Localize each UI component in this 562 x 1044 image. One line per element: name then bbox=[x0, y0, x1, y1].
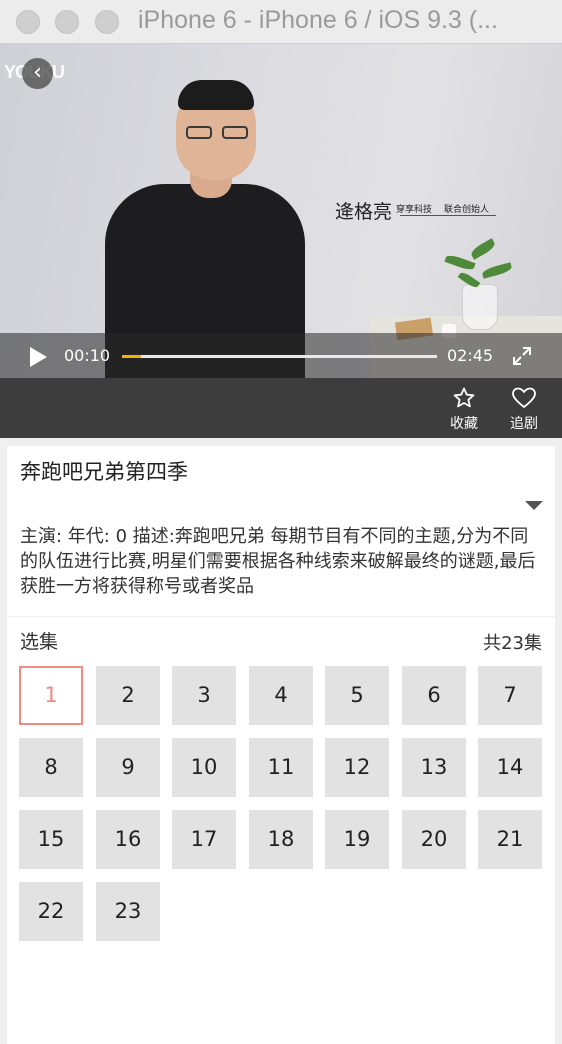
follow-series-button[interactable]: 追剧 bbox=[500, 386, 548, 433]
episodes-total: 共23集 bbox=[483, 633, 542, 654]
episode-13-button[interactable]: 13 bbox=[402, 738, 466, 797]
speaker-name: 逄格亮 bbox=[335, 201, 393, 223]
chevron-left-icon: ‹ bbox=[33, 60, 42, 85]
episode-22-button[interactable]: 22 bbox=[19, 882, 83, 941]
episode-9-button[interactable]: 9 bbox=[96, 738, 160, 797]
speaker-role: 联合创始人 bbox=[444, 205, 490, 215]
fullscreen-icon[interactable] bbox=[512, 346, 532, 366]
episode-8-button[interactable]: 8 bbox=[19, 738, 83, 797]
episode-19-button[interactable]: 19 bbox=[325, 810, 389, 869]
episode-14-button[interactable]: 14 bbox=[478, 738, 542, 797]
episode-4-button[interactable]: 4 bbox=[249, 666, 313, 725]
progress-bar[interactable] bbox=[122, 355, 437, 358]
total-time: 02:45 bbox=[447, 346, 494, 365]
episode-3-button[interactable]: 3 bbox=[172, 666, 236, 725]
episode-7-button[interactable]: 7 bbox=[478, 666, 542, 725]
play-icon[interactable] bbox=[30, 347, 47, 367]
episode-23-button[interactable]: 23 bbox=[96, 882, 160, 941]
heart-icon bbox=[512, 387, 536, 408]
episode-15-button[interactable]: 15 bbox=[19, 810, 83, 869]
window-titlebar: iPhone 6 - iPhone 6 / iOS 9.3 (... bbox=[0, 0, 562, 44]
window-close-button[interactable] bbox=[16, 10, 40, 34]
episode-6-button[interactable]: 6 bbox=[402, 666, 466, 725]
episode-18-button[interactable]: 18 bbox=[249, 810, 313, 869]
favorite-button[interactable]: 收藏 bbox=[440, 386, 488, 433]
episode-10-button[interactable]: 10 bbox=[172, 738, 236, 797]
episode-20-button[interactable]: 20 bbox=[402, 810, 466, 869]
episode-1-button[interactable]: 1 bbox=[19, 666, 83, 725]
progress-fill bbox=[122, 355, 141, 358]
current-time: 00:10 bbox=[64, 346, 111, 365]
follow-series-label: 追剧 bbox=[510, 416, 538, 432]
speaker-company: 穿享科技 bbox=[396, 205, 433, 215]
back-button[interactable]: ‹ bbox=[22, 58, 53, 89]
window-zoom-button[interactable] bbox=[95, 10, 119, 34]
show-description: 主演: 年代: 0 描述:奔跑吧兄弟 每期节目有不同的主题,分为不同的队伍进行比… bbox=[20, 526, 536, 597]
episode-17-button[interactable]: 17 bbox=[172, 810, 236, 869]
episode-12-button[interactable]: 12 bbox=[325, 738, 389, 797]
episode-5-button[interactable]: 5 bbox=[325, 666, 389, 725]
speaker-caption: 逄格亮 穿享科技 联合创始人 bbox=[335, 197, 489, 224]
episode-selector: 选集 共23集 1 2 3 4 5 6 7 8 9 10 11 12 13 14 15 16 17 18 19 20 2… bbox=[7, 617, 555, 1044]
episode-11-button[interactable]: 11 bbox=[249, 738, 313, 797]
player-controls: 00:10 02:45 bbox=[0, 333, 562, 378]
show-title: 奔跑吧兄弟第四季 bbox=[20, 460, 188, 484]
window-minimize-button[interactable] bbox=[55, 10, 79, 34]
expand-caret-icon[interactable] bbox=[525, 501, 543, 510]
window-title: iPhone 6 - iPhone 6 / iOS 9.3 (... bbox=[138, 6, 498, 34]
episode-2-button[interactable]: 2 bbox=[96, 666, 160, 725]
episode-16-button[interactable]: 16 bbox=[96, 810, 160, 869]
action-bar: 收藏 追剧 bbox=[0, 378, 562, 438]
plant-image bbox=[462, 284, 498, 330]
video-player[interactable]: 逄格亮穿享科技联合创始人 YOUKU ‹ 00:10 02:45 bbox=[0, 44, 562, 378]
show-info-card: 奔跑吧兄弟第四季 主演: 年代: 0 描述:奔跑吧兄弟 每期节目有不同的主题,分… bbox=[7, 446, 555, 616]
episodes-label: 选集 bbox=[20, 631, 59, 653]
episode-21-button[interactable]: 21 bbox=[478, 810, 542, 869]
favorite-label: 收藏 bbox=[450, 416, 478, 432]
star-icon bbox=[453, 387, 475, 408]
